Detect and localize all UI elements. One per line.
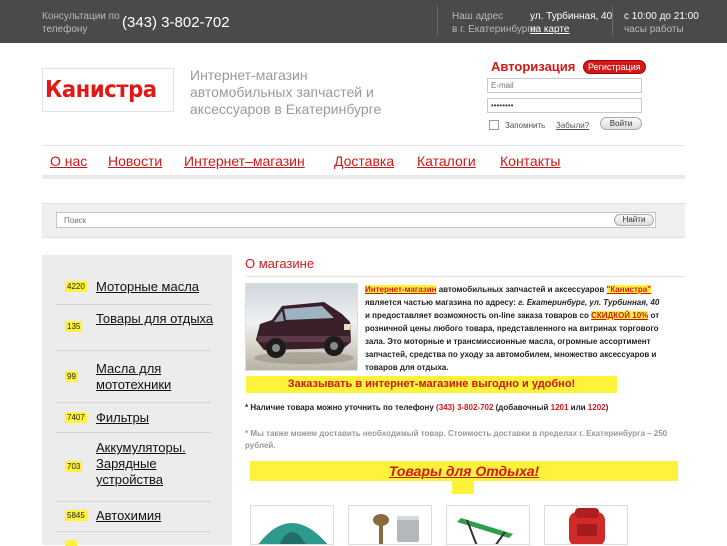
search-button[interactable]: Найти xyxy=(614,214,654,226)
item-count-badge: 4220 xyxy=(65,281,87,292)
login-button[interactable]: Войти xyxy=(600,117,642,130)
product-thumb-chair[interactable] xyxy=(446,505,530,545)
intro-part: является частью магазина по адресу: xyxy=(365,298,519,307)
brand-name: "Канистра" xyxy=(606,285,651,294)
email-field[interactable] xyxy=(487,78,642,93)
item-count-badge: 703 xyxy=(65,461,83,472)
header-phone: (343) 3-802-702 xyxy=(122,14,230,31)
divider xyxy=(437,6,438,36)
item-count-badge xyxy=(65,540,77,546)
sidebar-item-label: Автохимия xyxy=(96,508,162,523)
note-part: или xyxy=(568,403,588,412)
sidebar-item-moto-oils[interactable]: 99 Масла для мототехники xyxy=(56,351,211,403)
sidebar-item-autochemistry[interactable]: 5845 Автохимия xyxy=(56,502,211,532)
search-bar: Найти xyxy=(42,203,685,238)
nav-item-shop[interactable]: Интернет–магазин xyxy=(184,153,305,169)
category-sidebar: 4220 Моторные масла 135 Товары для отдых… xyxy=(42,255,232,546)
note-part: ) xyxy=(605,403,609,412)
password-field[interactable] xyxy=(487,98,642,113)
delivery-note: * Мы также можем доставить необходимый т… xyxy=(245,429,668,450)
backpack-icon xyxy=(569,508,605,544)
intro-address: г. Екатеринбург, ул. Турбинная, 40 xyxy=(518,298,660,307)
item-count-badge: 99 xyxy=(65,371,78,382)
work-hours-label: часы работы xyxy=(624,24,684,35)
nav-item-about[interactable]: О нас xyxy=(50,153,87,169)
leisure-goods-banner[interactable]: Товары для Отдыха! xyxy=(250,461,678,481)
sidebar-item-batteries[interactable]: 703 Аккумуляторы. Зарядные устройства xyxy=(56,433,211,502)
forgot-password-link[interactable]: Забыли? xyxy=(556,121,589,130)
remember-label: Запомнить xyxy=(505,121,546,130)
intro-text: Интернет-магазин автомобильных запчастей… xyxy=(365,283,665,374)
consult-label: Консультации по телефону xyxy=(42,11,120,35)
main-nav: О нас Новости Интернет–магазин Доставка … xyxy=(42,145,685,179)
address-street: ул. Турбинная, 40 xyxy=(530,11,613,22)
banner-tab xyxy=(452,481,474,494)
work-hours: с 10:00 до 21:00 xyxy=(624,11,699,22)
sidebar-item-leisure[interactable]: 135 Товары для отдыха xyxy=(56,305,213,351)
search-input[interactable] xyxy=(56,212,656,228)
nav-item-contacts[interactable]: Контакты xyxy=(500,153,560,169)
sidebar-item-label: Товары для отдыха xyxy=(96,311,214,326)
intro-part: от розничной цены любого товара, предста… xyxy=(365,311,660,372)
item-count-badge: 7407 xyxy=(65,412,87,423)
sidebar-item-label: Масла для мототехники xyxy=(96,361,172,392)
sidebar-item-label: Аккумуляторы. Зарядные устройства xyxy=(96,440,186,487)
sidebar-item-more[interactable] xyxy=(56,532,211,546)
register-button[interactable]: Регистрация xyxy=(583,60,646,74)
nav-item-news[interactable]: Новости xyxy=(108,153,162,169)
cookware-icon xyxy=(373,514,419,544)
product-thumb-tent[interactable] xyxy=(250,505,334,545)
sidebar-item-filters[interactable]: 7407 Фильтры xyxy=(56,403,211,433)
product-thumb-cookware[interactable] xyxy=(348,505,432,545)
availability-note: * Наличие товара можно уточнить по телеф… xyxy=(245,403,685,412)
address-label: Наш адрес в г. Екатеринбурге xyxy=(452,11,537,35)
intro-part: автомобильных запчастей и аксессуаров xyxy=(436,285,607,294)
divider xyxy=(612,6,613,36)
auth-title: Авторизация xyxy=(491,59,576,74)
sidebar-item-motor-oils[interactable]: 4220 Моторные масла xyxy=(56,269,211,305)
intro-part: и предоставляет возможность on-line зака… xyxy=(365,311,592,320)
remember-checkbox[interactable] xyxy=(489,120,499,130)
logo-text: Канистра xyxy=(45,77,157,103)
item-count-badge: 135 xyxy=(65,321,83,332)
nav-item-catalogs[interactable]: Каталоги xyxy=(417,153,476,169)
note-phone: (343) 3-802-702 xyxy=(436,403,494,412)
site-logo[interactable]: Канистра xyxy=(42,68,174,112)
promo-banner: Заказывать в интернет-магазине выгодно и… xyxy=(246,376,617,393)
tent-icon xyxy=(258,523,328,544)
site-tagline: Интернет-магазин автомобильных запчастей… xyxy=(190,67,382,117)
discount-label: СКИДКОЙ 10% xyxy=(591,311,649,320)
item-count-badge: 5845 xyxy=(65,510,87,521)
page-title: О магазине xyxy=(245,256,315,271)
leisure-goods-link[interactable]: Товары для Отдыха! xyxy=(389,463,539,479)
product-thumb-backpack[interactable] xyxy=(544,505,628,545)
chair-icon xyxy=(457,518,513,544)
extension-number: 1202 xyxy=(587,403,606,412)
sidebar-item-label: Моторные масла xyxy=(96,279,200,294)
divider xyxy=(245,276,685,277)
intro-highlight[interactable]: Интернет-магазин xyxy=(365,285,437,294)
suv-illustration xyxy=(254,302,354,364)
map-link[interactable]: на карте xyxy=(530,23,569,36)
sidebar-item-label: Фильтры xyxy=(96,410,150,425)
car-photo xyxy=(245,283,358,371)
nav-item-delivery[interactable]: Доставка xyxy=(334,153,394,169)
note-part: (добавочный xyxy=(493,403,551,412)
extension-number: 1201 xyxy=(550,403,569,412)
note-part: * Наличие товара можно уточнить по телеф… xyxy=(245,403,437,412)
top-bar: Консультации по телефону (343) 3-802-702… xyxy=(0,0,727,43)
